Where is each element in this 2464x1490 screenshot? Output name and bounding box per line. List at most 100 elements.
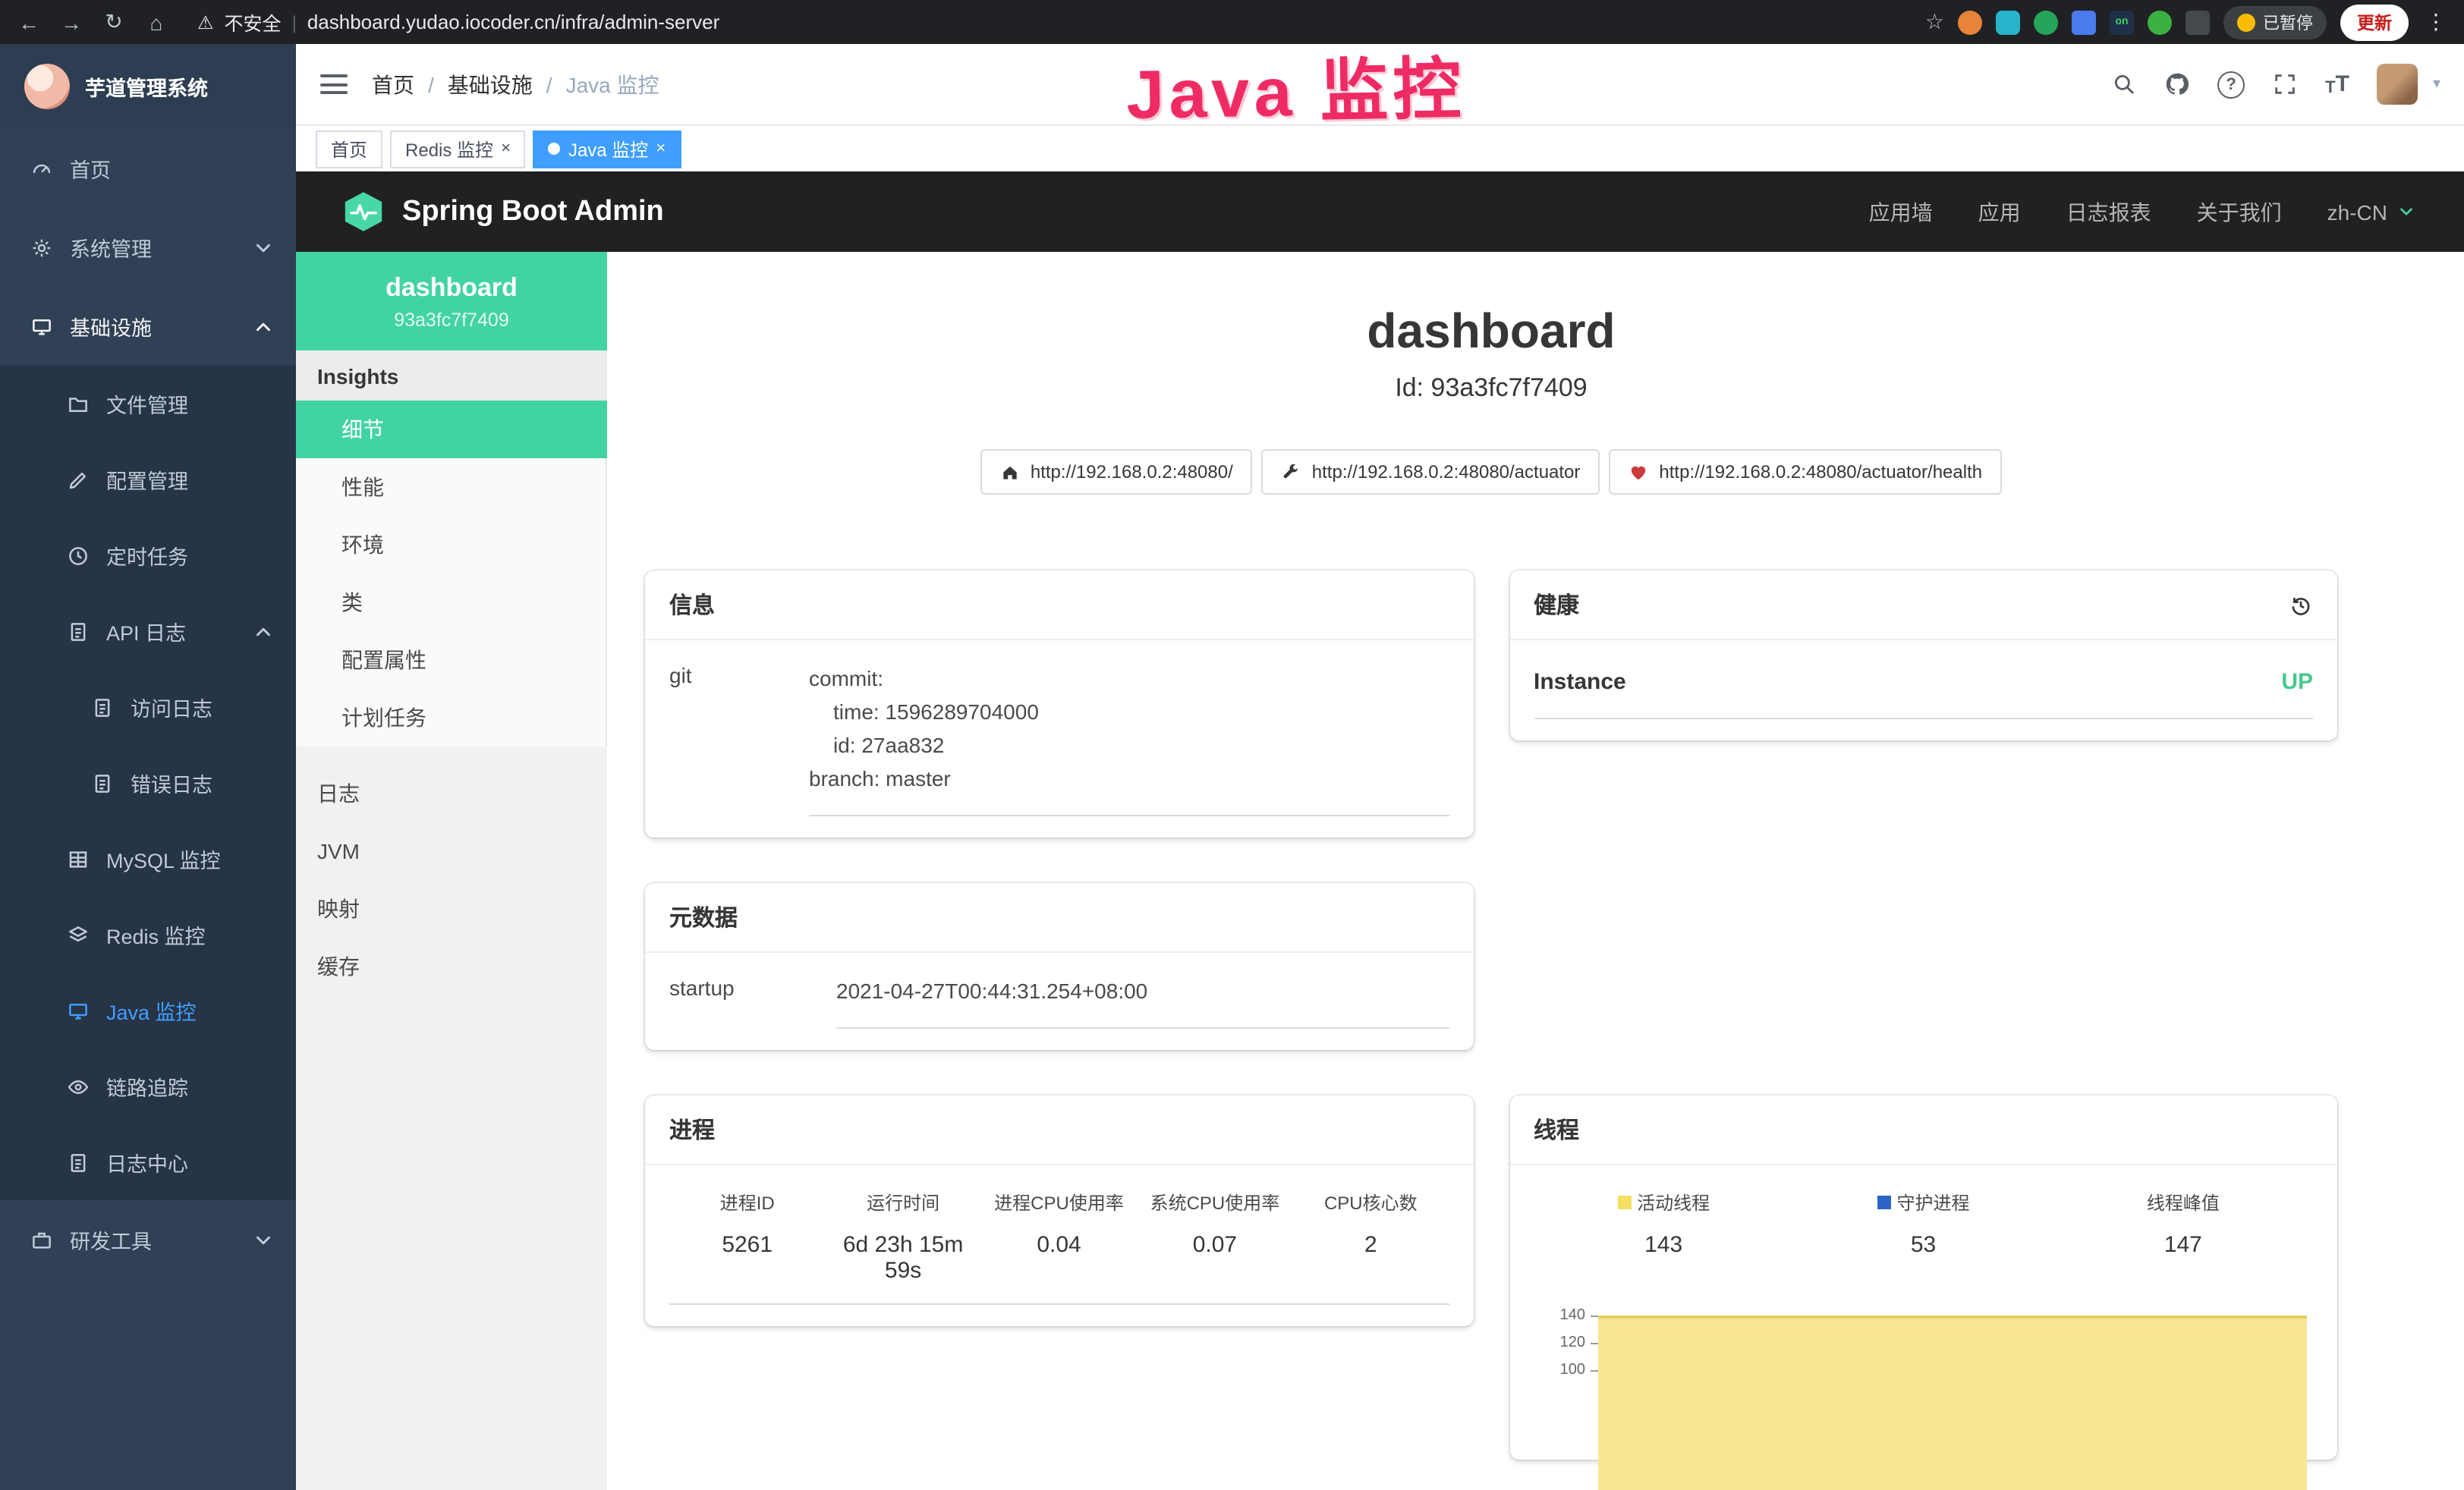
live-threads-swatch	[1617, 1196, 1631, 1209]
tab-close-icon[interactable]: ×	[501, 140, 511, 157]
info-card-title: 信息	[645, 571, 1473, 640]
sidebar-item-access-logs[interactable]: 访问日志	[0, 669, 296, 745]
tab-redis-monitor[interactable]: Redis 监控 ×	[390, 130, 526, 168]
page-subtitle: Id: 93a3fc7f7409	[645, 373, 2337, 404]
sidebar-toggle-hamburger-icon[interactable]	[320, 74, 348, 94]
sidebar-item-redis-monitor[interactable]: Redis 监控	[0, 897, 296, 973]
sidebar-item-mysql-monitor[interactable]: MySQL 监控	[0, 821, 296, 897]
forward-icon[interactable]: →	[58, 10, 85, 34]
instance-header[interactable]: dashboard 93a3fc7f7409	[296, 252, 607, 350]
document-icon	[67, 620, 90, 643]
sba-item-details[interactable]: 细节	[296, 401, 607, 458]
instance-links: http://192.168.0.2:48080/ http://192.168…	[645, 449, 2337, 495]
sidebar-item-system-management[interactable]: 系统管理	[0, 208, 296, 287]
fullscreen-icon[interactable]	[2272, 71, 2298, 97]
translate-paused-badge[interactable]: 已暂停	[2223, 5, 2327, 39]
paused-label: 已暂停	[2263, 10, 2313, 34]
breadcrumb-infrastructure[interactable]: 基础设施	[448, 69, 533, 99]
sba-nav-about[interactable]: 关于我们	[2197, 196, 2282, 227]
sba-nav-journal[interactable]: 日志报表	[2066, 196, 2151, 227]
breadcrumb-current: Java 监控	[566, 69, 659, 99]
chrome-update-button[interactable]: 更新	[2340, 4, 2409, 40]
health-instance-row[interactable]: Instance UP	[1534, 662, 2313, 719]
sba-item-jvm[interactable]: JVM	[296, 822, 607, 880]
sba-item-scheduled-tasks[interactable]: 计划任务	[296, 689, 607, 747]
tab-java-monitor[interactable]: Java 监控 ×	[533, 130, 681, 168]
extension-icon-3[interactable]	[2034, 10, 2058, 34]
sidebar-item-api-logs[interactable]: API 日志	[0, 593, 296, 669]
folder-icon	[67, 392, 90, 415]
process-card-title: 进程	[645, 1095, 1473, 1165]
back-icon[interactable]: ←	[15, 10, 42, 34]
help-icon[interactable]: ?	[2217, 71, 2245, 98]
instance-base-url-button[interactable]: http://192.168.0.2:48080/	[980, 449, 1253, 495]
sba-item-environment[interactable]: 环境	[296, 516, 607, 574]
extension-icon-proxy-on[interactable]: on	[2110, 10, 2134, 34]
sidebar-item-file-management[interactable]: 文件管理	[0, 366, 296, 442]
sba-item-caches[interactable]: 缓存	[296, 938, 607, 995]
instance-health-url-button[interactable]: http://192.168.0.2:48080/actuator/health	[1609, 449, 2002, 495]
avatar-caret-icon[interactable]: ▾	[2433, 76, 2440, 93]
sidebar-item-config-management[interactable]: 配置管理	[0, 442, 296, 517]
sidebar-item-log-center[interactable]: 日志中心	[0, 1124, 296, 1200]
chevron-down-icon	[252, 1228, 275, 1251]
extension-icon-2[interactable]	[1996, 10, 2020, 34]
security-label[interactable]: 不安全	[225, 8, 282, 36]
font-size-icon[interactable]: TT	[2325, 71, 2349, 97]
sba-item-config-properties[interactable]: 配置属性	[296, 631, 607, 689]
breadcrumb-home[interactable]: 首页	[372, 69, 414, 99]
search-icon[interactable]	[2111, 71, 2137, 97]
process-card: 进程 进程ID 5261 运行时间	[645, 1095, 1473, 1326]
sidebar-item-infrastructure[interactable]: 基础设施	[0, 287, 296, 366]
sidebar-item-scheduled-jobs[interactable]: 定时任务	[0, 517, 296, 593]
sidebar-item-java-monitor[interactable]: Java 监控	[0, 973, 296, 1048]
header-actions: ? TT ▾	[2111, 64, 2440, 105]
address-bar[interactable]: ⚠ 不安全 | dashboard.yudao.iocoder.cn/infra…	[197, 8, 1910, 36]
user-avatar[interactable]	[2377, 64, 2418, 105]
sba-brand[interactable]: Spring Boot Admin	[341, 190, 664, 234]
extension-icon-1[interactable]	[1958, 10, 1982, 34]
extension-icon-4[interactable]	[2072, 10, 2096, 34]
stat-process-cpu: 进程CPU使用率 0.04	[981, 1190, 1137, 1305]
home-icon[interactable]: ⌂	[143, 10, 170, 34]
legend-peak-threads: 线程峰值 147	[2053, 1190, 2313, 1278]
sba-item-classes[interactable]: 类	[296, 574, 607, 631]
document-icon	[91, 696, 114, 718]
metadata-value: 2021-04-27T00:44:31.254+08:00	[836, 974, 1449, 1029]
health-row-label: Instance	[1534, 669, 1626, 695]
process-stats: 进程ID 5261 运行时间 6d 23h 15m 59s 进程CPU使用率	[669, 1187, 1449, 1305]
sba-item-performance[interactable]: 性能	[296, 458, 607, 516]
sba-nav-wallboard[interactable]: 应用墙	[1869, 196, 1933, 227]
sidebar-item-home[interactable]: 首页	[0, 129, 296, 208]
table-grid-icon	[67, 847, 90, 870]
sba-item-logs[interactable]: 日志	[296, 765, 607, 822]
sidebar-item-error-logs[interactable]: 错误日志	[0, 745, 296, 821]
history-icon[interactable]	[2289, 593, 2313, 617]
sidebar-item-link-tracing[interactable]: 链路追踪	[0, 1048, 296, 1124]
threads-chart-plot	[1597, 1302, 2307, 1438]
sidebar-item-dev-tools[interactable]: 研发工具	[0, 1200, 296, 1279]
briefcase-icon	[30, 1228, 53, 1251]
extension-icon-7[interactable]	[2186, 10, 2210, 34]
tab-close-icon[interactable]: ×	[656, 140, 666, 157]
reload-icon[interactable]: ↻	[100, 9, 127, 35]
github-icon[interactable]	[2164, 71, 2190, 97]
url-text[interactable]: dashboard.yudao.iocoder.cn/infra/admin-s…	[307, 11, 719, 33]
sba-section-insights[interactable]: Insights	[296, 350, 607, 401]
admin-sidebar: 芋道管理系统 首页 系统管理 基础设施 文件管理	[0, 44, 296, 1490]
daemon-threads-swatch	[1877, 1196, 1891, 1209]
sba-item-mappings[interactable]: 映射	[296, 880, 607, 938]
locale-select[interactable]: zh-CN	[2327, 200, 2416, 224]
extension-icon-6[interactable]	[2148, 10, 2172, 34]
not-secure-warning-icon: ⚠	[197, 11, 214, 33]
chevron-down-icon	[252, 236, 275, 259]
threads-legend: 活动线程 143 守护进程	[1534, 1187, 2313, 1278]
bookmark-star-icon[interactable]: ☆	[1925, 9, 1944, 35]
tab-home[interactable]: 首页	[316, 130, 382, 168]
sba-nav-applications[interactable]: 应用	[1978, 196, 2021, 227]
info-git-row: git commit: time: 1596289704000 id: 27aa…	[669, 662, 1449, 816]
address-divider: |	[292, 11, 297, 33]
browser-menu-kebab-icon[interactable]: ⋮	[2422, 9, 2450, 35]
info-card: 信息 git commit: time: 1596289704000 id: 2…	[645, 571, 1473, 838]
instance-actuator-url-button[interactable]: http://192.168.0.2:48080/actuator	[1262, 449, 1600, 495]
